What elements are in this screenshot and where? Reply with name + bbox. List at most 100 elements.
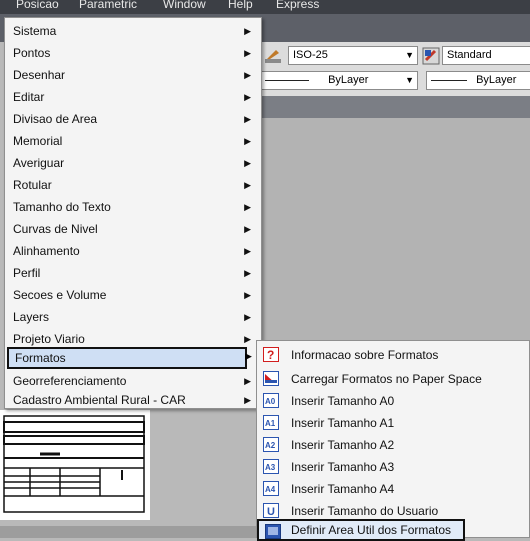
submenu-item-label: Carregar Formatos no Paper Space [291,372,482,386]
svg-text:U: U [267,506,275,518]
svg-text:A0: A0 [265,397,276,406]
menu-item-tamanho-do-texto[interactable]: Tamanho do Texto ▶ [5,196,261,218]
submenu-item-label: Inserir Tamanho A4 [291,482,395,496]
status-strip [0,526,258,538]
define-area-icon [265,524,281,539]
title-block-drawing [0,410,150,520]
menu-item-divisao-de-area[interactable]: Divisao de Area ▶ [5,108,261,130]
menubar-item-posicao[interactable]: Posicao [16,0,59,11]
menu-item-sistema[interactable]: Sistema ▶ [5,20,261,42]
formatos-submenu: ? Informacao sobre Formatos Carregar For… [256,340,530,541]
text-style-icon[interactable] [422,47,440,65]
submenu-item-inserir-a2[interactable]: A2 Inserir Tamanho A2 [257,434,529,456]
menu-item-label: Desenhar [13,68,66,82]
user-size-icon: U [263,503,279,518]
menu-item-georreferenciamento[interactable]: Georreferenciamento ▶ [5,370,261,392]
paper-space-icon [263,371,279,386]
submenu-item-inserir-a0[interactable]: A0 Inserir Tamanho A0 [257,390,529,412]
styles-row: ISO-25 ▼ Standard [258,45,530,69]
chevron-right-icon: ▶ [244,70,251,80]
menu-item-perfil[interactable]: Perfil ▶ [5,262,261,284]
submenu-item-label: Informacao sobre Formatos [291,348,439,362]
linetype-row: ByLayer ▼ ByLayer [258,70,530,94]
chevron-right-icon: ▶ [244,224,251,234]
svg-text:A1: A1 [265,419,276,428]
menu-item-label: Alinhamento [13,244,80,258]
submenu-item-label: Inserir Tamanho A0 [291,394,395,408]
menu-item-label: Secoes e Volume [13,288,107,302]
ribbon-band [258,96,530,118]
svg-text:A2: A2 [265,441,276,450]
menu-item-rotular[interactable]: Rotular ▶ [5,174,261,196]
linetype-dropdown[interactable]: ByLayer ▼ [260,71,418,90]
chevron-right-icon: ▶ [244,290,251,300]
menu-item-layers[interactable]: Layers ▶ [5,306,261,328]
submenu-item-carregar-formatos[interactable]: Carregar Formatos no Paper Space [257,368,529,390]
chevron-right-icon: ▶ [244,395,251,405]
menubar-item-parametric[interactable]: Parametric [79,0,137,11]
submenu-item-inserir-a4[interactable]: A4 Inserir Tamanho A4 [257,478,529,500]
submenu-item-label: Definir Area Util dos Formatos [291,523,452,537]
submenu-item-inserir-a3[interactable]: A3 Inserir Tamanho A3 [257,456,529,478]
chevron-right-icon: ▶ [244,246,251,256]
properties-toolbar: ISO-25 ▼ Standard ByLayer ▼ ByLayer [258,42,530,96]
help-icon: ? [263,347,279,362]
dimstyle-value: ISO-25 [293,49,328,61]
chevron-right-icon: ▶ [244,202,251,212]
chevron-right-icon: ▶ [244,376,251,386]
a3-icon: A3 [263,459,279,474]
menu-item-label: Perfil [13,266,41,280]
menu-item-cadastro-ambiental-rural[interactable]: Cadastro Ambiental Rural - CAR ▶ [5,392,261,408]
menu-bar: Posicao Parametric Window Help Express [0,0,530,14]
chevron-down-icon: ▼ [405,50,414,60]
menu-item-label: Layers [13,310,50,324]
chevron-right-icon: ▶ [244,158,251,168]
a2-icon: A2 [263,437,279,452]
menu-item-alinhamento[interactable]: Alinhamento ▶ [5,240,261,262]
menu-item-secoes-e-volume[interactable]: Secoes e Volume ▶ [5,284,261,306]
chevron-right-icon: ▶ [244,48,251,58]
lineweight-dropdown[interactable]: ByLayer [426,71,530,90]
textstyle-dropdown[interactable]: Standard [442,46,530,65]
submenu-item-label: Inserir Tamanho A3 [291,460,395,474]
menu-item-curvas-de-nivel[interactable]: Curvas de Nivel ▶ [5,218,261,240]
svg-text:?: ? [267,348,274,362]
menu-item-averiguar[interactable]: Averiguar ▶ [5,152,261,174]
dimension-style-icon[interactable] [264,47,282,65]
menu-item-label: Cadastro Ambiental Rural - CAR [13,393,186,407]
menubar-item-window[interactable]: Window [163,0,206,11]
menu-item-desenhar[interactable]: Desenhar ▶ [5,64,261,86]
menu-item-label: Tamanho do Texto [13,200,111,214]
dimstyle-dropdown[interactable]: ISO-25 ▼ [288,46,418,65]
chevron-right-icon: ▶ [244,92,251,102]
chevron-right-icon: ▶ [244,26,251,36]
topografia-menu: Sistema ▶ Pontos ▶ Desenhar ▶ Editar ▶ Divis… [4,17,262,409]
menu-item-editar[interactable]: Editar ▶ [5,86,261,108]
menubar-item-help[interactable]: Help [228,0,253,11]
submenu-item-informacao[interactable]: ? Informacao sobre Formatos [257,344,529,366]
a4-icon: A4 [263,481,279,496]
menu-item-label: Pontos [13,46,51,60]
menu-item-label: Sistema [13,24,57,38]
menu-item-label: Curvas de Nivel [13,222,98,236]
menu-item-pontos[interactable]: Pontos ▶ [5,42,261,64]
svg-text:A4: A4 [265,485,276,494]
menu-item-label: Memorial [13,134,63,148]
a0-icon: A0 [263,393,279,408]
menubar-item-express[interactable]: Express [276,0,319,11]
menu-item-label: Editar [13,90,45,104]
chevron-right-icon: ▶ [244,180,251,190]
menu-item-label: Formatos [15,351,66,365]
menu-item-label: Rotular [13,178,52,192]
chevron-right-icon: ▶ [245,351,252,361]
chevron-right-icon: ▶ [244,114,251,124]
line-sample [265,79,309,81]
chevron-right-icon: ▶ [244,268,251,278]
menu-item-memorial[interactable]: Memorial ▶ [5,130,261,152]
svg-text:A3: A3 [265,463,276,472]
menu-item-formatos[interactable]: Formatos [7,347,247,369]
chevron-down-icon: ▼ [405,75,414,85]
chevron-right-icon: ▶ [244,136,251,146]
submenu-item-inserir-a1[interactable]: A1 Inserir Tamanho A1 [257,412,529,434]
lineweight-sample [431,79,467,81]
